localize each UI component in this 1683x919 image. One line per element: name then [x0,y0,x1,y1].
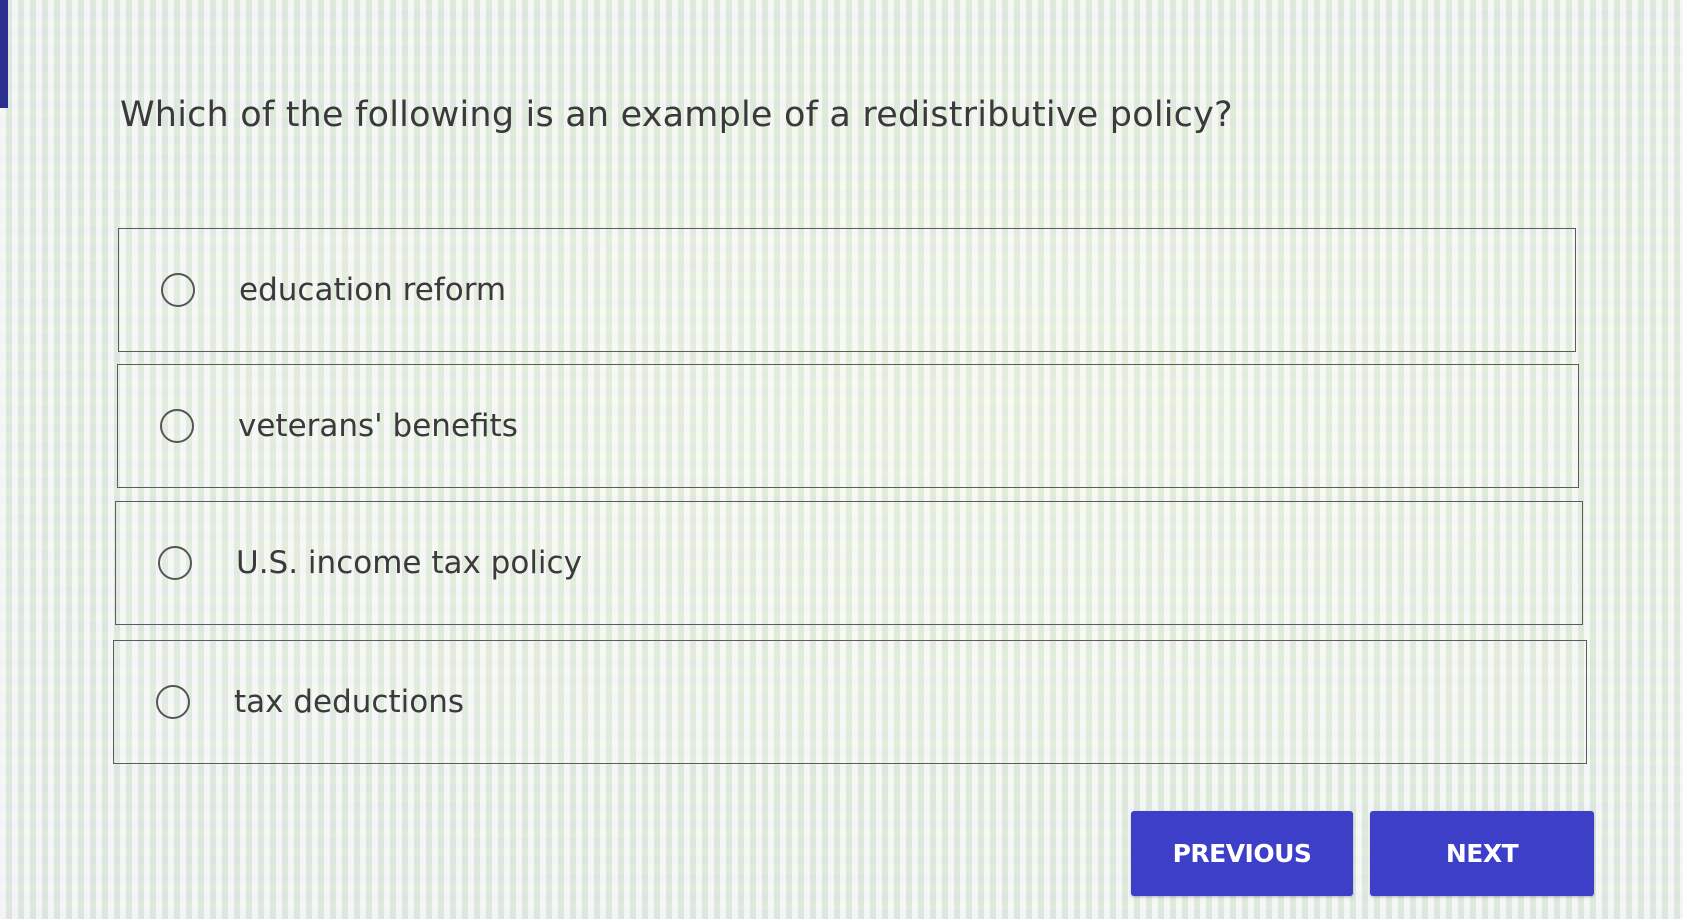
answer-option[interactable]: education reform [118,228,1576,352]
answer-option-label: U.S. income tax policy [236,545,582,581]
radio-button-icon[interactable] [161,273,195,307]
answer-option-label: education reform [239,272,507,308]
next-button[interactable]: NEXT [1370,811,1594,896]
answer-option[interactable]: U.S. income tax policy [115,501,1583,625]
answer-option-label: veterans' benefits [238,408,518,444]
answer-option[interactable]: tax deductions [113,640,1587,764]
answer-option[interactable]: veterans' benefits [117,364,1579,488]
previous-button[interactable]: PREVIOUS [1131,811,1353,896]
answer-options: education reform veterans' benefits U.S.… [0,0,1683,919]
radio-button-icon[interactable] [156,685,190,719]
radio-button-icon[interactable] [158,546,192,580]
answer-option-label: tax deductions [234,684,465,720]
radio-button-icon[interactable] [160,409,194,443]
